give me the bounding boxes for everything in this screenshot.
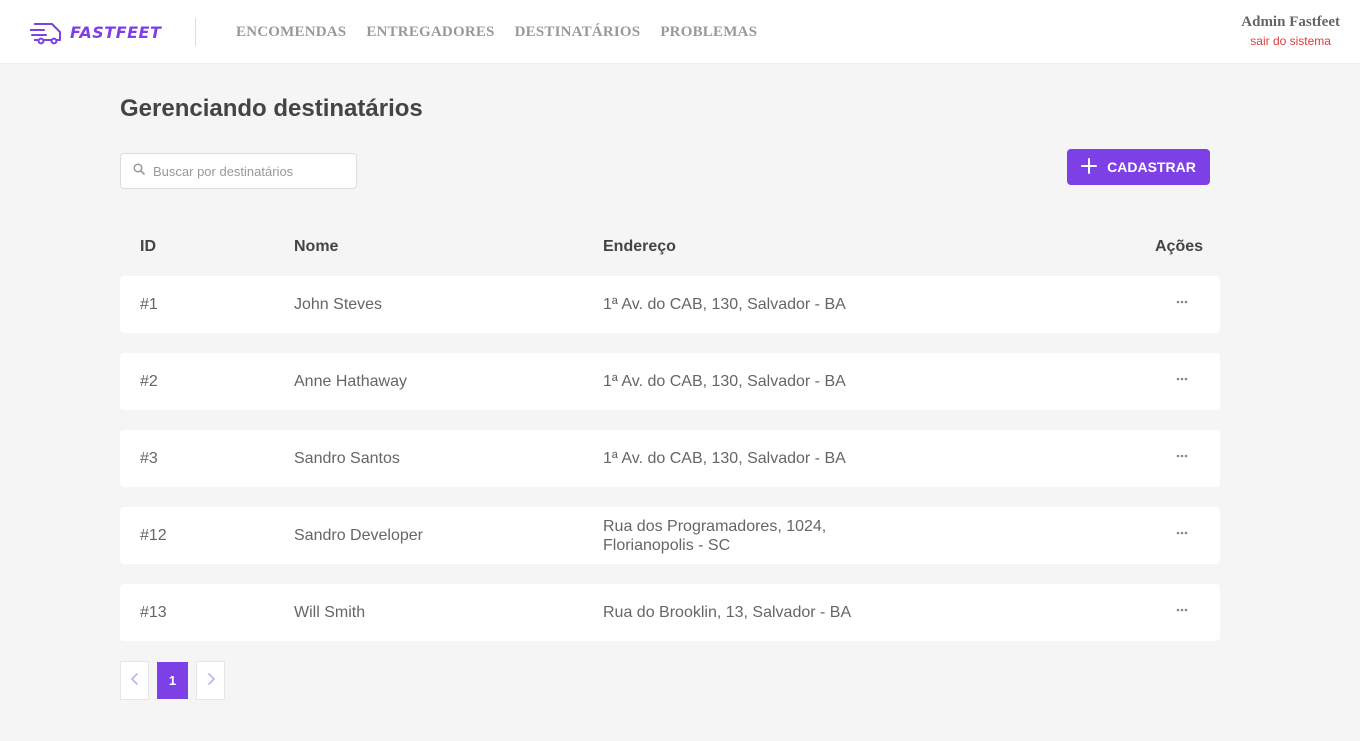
more-horizontal-icon[interactable]	[1170, 371, 1194, 387]
row-address: 1ª Av. do CAB, 130, Salvador - BA	[603, 295, 863, 314]
row-id: #12	[140, 527, 167, 544]
table-row: #13 Will Smith Rua do Brooklin, 13, Salv…	[120, 584, 1220, 641]
row-address: 1ª Av. do CAB, 130, Salvador - BA	[603, 372, 863, 391]
search-icon	[133, 162, 145, 180]
row-name: Will Smith	[294, 604, 366, 621]
column-header-actions: Ações	[1155, 238, 1204, 255]
logout-link[interactable]: sair do sistema	[1241, 34, 1340, 48]
row-address-line: 1ª Av. do CAB, 130, Salvador - BA	[603, 450, 846, 467]
plus-icon	[1081, 157, 1107, 177]
more-horizontal-icon[interactable]	[1170, 602, 1194, 618]
row-name: Sandro Santos	[294, 450, 400, 467]
row-name: Anne Hathaway	[294, 373, 407, 390]
table-row: #1 John Steves 1ª Av. do CAB, 130, Salva…	[120, 276, 1220, 333]
previous-page-button[interactable]	[120, 661, 149, 700]
delivery-truck-icon	[30, 19, 66, 45]
row-name: Sandro Developer	[294, 527, 423, 544]
add-button-label: CADASTRAR	[1107, 159, 1196, 175]
nav-divider	[195, 18, 196, 46]
user-name: Admin Fastfeet	[1241, 14, 1340, 30]
nav-item-problemas[interactable]: PROBLEMAS	[660, 24, 757, 41]
brand-logo[interactable]: FASTFEET	[30, 18, 161, 46]
more-horizontal-icon[interactable]	[1170, 448, 1194, 464]
search-box	[120, 153, 357, 189]
row-name: John Steves	[294, 296, 383, 313]
column-header-name: Nome	[294, 238, 339, 255]
next-page-button[interactable]	[196, 661, 225, 700]
row-address: Rua do Brooklin, 13, Salvador - BA	[603, 603, 863, 622]
brand-name: FASTFEET	[70, 22, 162, 42]
more-horizontal-icon[interactable]	[1170, 294, 1194, 310]
table-row: #2 Anne Hathaway 1ª Av. do CAB, 130, Sal…	[120, 353, 1220, 410]
row-id: #1	[140, 296, 158, 313]
search-input[interactable]	[153, 163, 343, 179]
row-address-line: 1ª Av. do CAB, 130, Salvador - BA	[603, 296, 846, 313]
main-nav: ENCOMENDAS ENTREGADORES DESTINATÁRIOS PR…	[236, 0, 777, 64]
row-id: #2	[140, 373, 158, 390]
row-address-line: 1ª Av. do CAB, 130, Salvador - BA	[603, 373, 846, 390]
pagination: 1	[120, 661, 233, 700]
user-box: Admin Fastfeet sair do sistema	[1241, 14, 1340, 48]
page-button-current[interactable]: 1	[157, 662, 188, 699]
page-title: Gerenciando destinatários	[120, 95, 423, 122]
nav-item-encomendas[interactable]: ENCOMENDAS	[236, 24, 346, 41]
chevron-left-icon	[130, 672, 140, 690]
row-address-line: Rua do Brooklin, 13, Salvador - BA	[603, 604, 852, 621]
row-address: 1ª Av. do CAB, 130, Salvador - BA	[603, 449, 863, 468]
top-navbar: FASTFEET ENCOMENDAS ENTREGADORES DESTINA…	[0, 0, 1360, 64]
add-recipient-button[interactable]: CADASTRAR	[1067, 149, 1210, 185]
row-id: #3	[140, 450, 158, 467]
row-address-line: Florianopolis - SC	[603, 537, 731, 554]
more-horizontal-icon[interactable]	[1170, 525, 1194, 541]
chevron-right-icon	[206, 672, 216, 690]
nav-item-destinatarios[interactable]: DESTINATÁRIOS	[515, 24, 641, 41]
table-row: #12 Sandro Developer Rua dos Programador…	[120, 507, 1220, 564]
row-address-line: Rua dos Programadores, 1024,	[603, 518, 827, 535]
nav-item-entregadores[interactable]: ENTREGADORES	[366, 24, 494, 41]
table-row: #3 Sandro Santos 1ª Av. do CAB, 130, Sal…	[120, 430, 1220, 487]
column-header-id: ID	[140, 238, 156, 255]
row-id: #13	[140, 604, 167, 621]
column-header-address: Endereço	[603, 238, 676, 255]
row-address: Rua dos Programadores, 1024, Florianopol…	[603, 517, 863, 555]
